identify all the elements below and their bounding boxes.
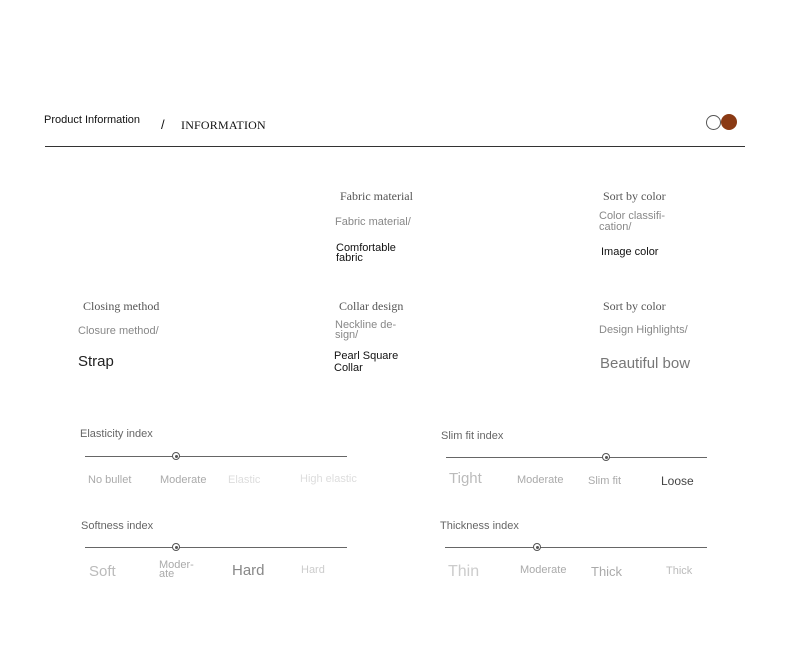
collar-label-line2: sign/ xyxy=(335,329,359,341)
slim-fit-track xyxy=(446,457,707,458)
slim-fit-tick-1: Tight xyxy=(449,470,482,487)
thickness-tick-3: Thick xyxy=(591,564,623,579)
elasticity-track xyxy=(85,456,347,457)
thickness-tick-2: Moderate xyxy=(520,564,567,576)
softness-tick-2b: ate xyxy=(159,568,175,580)
elasticity-knob[interactable] xyxy=(172,452,180,460)
color-heading: Sort by color xyxy=(603,189,666,203)
elasticity-tick-1: No bullet xyxy=(88,474,132,486)
fabric-value-line2: fabric xyxy=(336,252,363,264)
collar-value-line1: Pearl Square xyxy=(334,350,399,362)
slim-fit-knob[interactable] xyxy=(602,453,610,461)
title-separator: / xyxy=(161,117,165,132)
page-subtitle: INFORMATION xyxy=(181,118,266,132)
elasticity-tick-2: Moderate xyxy=(160,474,207,486)
thickness-knob[interactable] xyxy=(533,543,541,551)
elasticity-title: Elasticity index xyxy=(80,428,153,440)
color-swatch-white[interactable] xyxy=(706,115,721,130)
closing-label: Closure method/ xyxy=(78,325,159,337)
slim-fit-tick-3: Slim fit xyxy=(588,475,621,487)
thickness-track xyxy=(445,547,707,548)
page-title: Product Information xyxy=(44,114,140,126)
softness-title: Softness index xyxy=(81,520,154,532)
color-value: Image color xyxy=(601,246,659,258)
highlights-label: Design Highlights/ xyxy=(599,324,688,336)
softness-tick-1: Soft xyxy=(89,563,116,580)
softness-tick-3: Hard xyxy=(232,562,265,579)
closing-heading: Closing method xyxy=(83,299,160,313)
collar-heading: Collar design xyxy=(339,299,404,313)
elasticity-tick-4: High elastic xyxy=(300,473,357,485)
color-label-line2: cation/ xyxy=(599,221,632,233)
softness-knob[interactable] xyxy=(172,543,180,551)
collar-value-line2: Collar xyxy=(334,362,363,374)
slim-fit-tick-2: Moderate xyxy=(517,474,564,486)
softness-track xyxy=(85,547,347,548)
slim-fit-title: Slim fit index xyxy=(441,430,504,442)
closing-value: Strap xyxy=(78,353,114,370)
color-swatch-brown[interactable] xyxy=(721,114,737,130)
fabric-label: Fabric material/ xyxy=(335,216,411,228)
highlights-value: Beautiful bow xyxy=(600,355,691,372)
thickness-title: Thickness index xyxy=(440,520,519,532)
slim-fit-tick-4: Loose xyxy=(661,474,694,488)
elasticity-tick-3: Elastic xyxy=(228,474,261,486)
softness-tick-4: Hard xyxy=(301,564,325,576)
thickness-tick-4: Thick xyxy=(666,565,693,577)
header-divider xyxy=(45,146,745,147)
fabric-heading: Fabric material xyxy=(340,189,413,203)
highlights-heading: Sort by color xyxy=(603,299,666,313)
thickness-tick-1: Thin xyxy=(448,563,480,580)
